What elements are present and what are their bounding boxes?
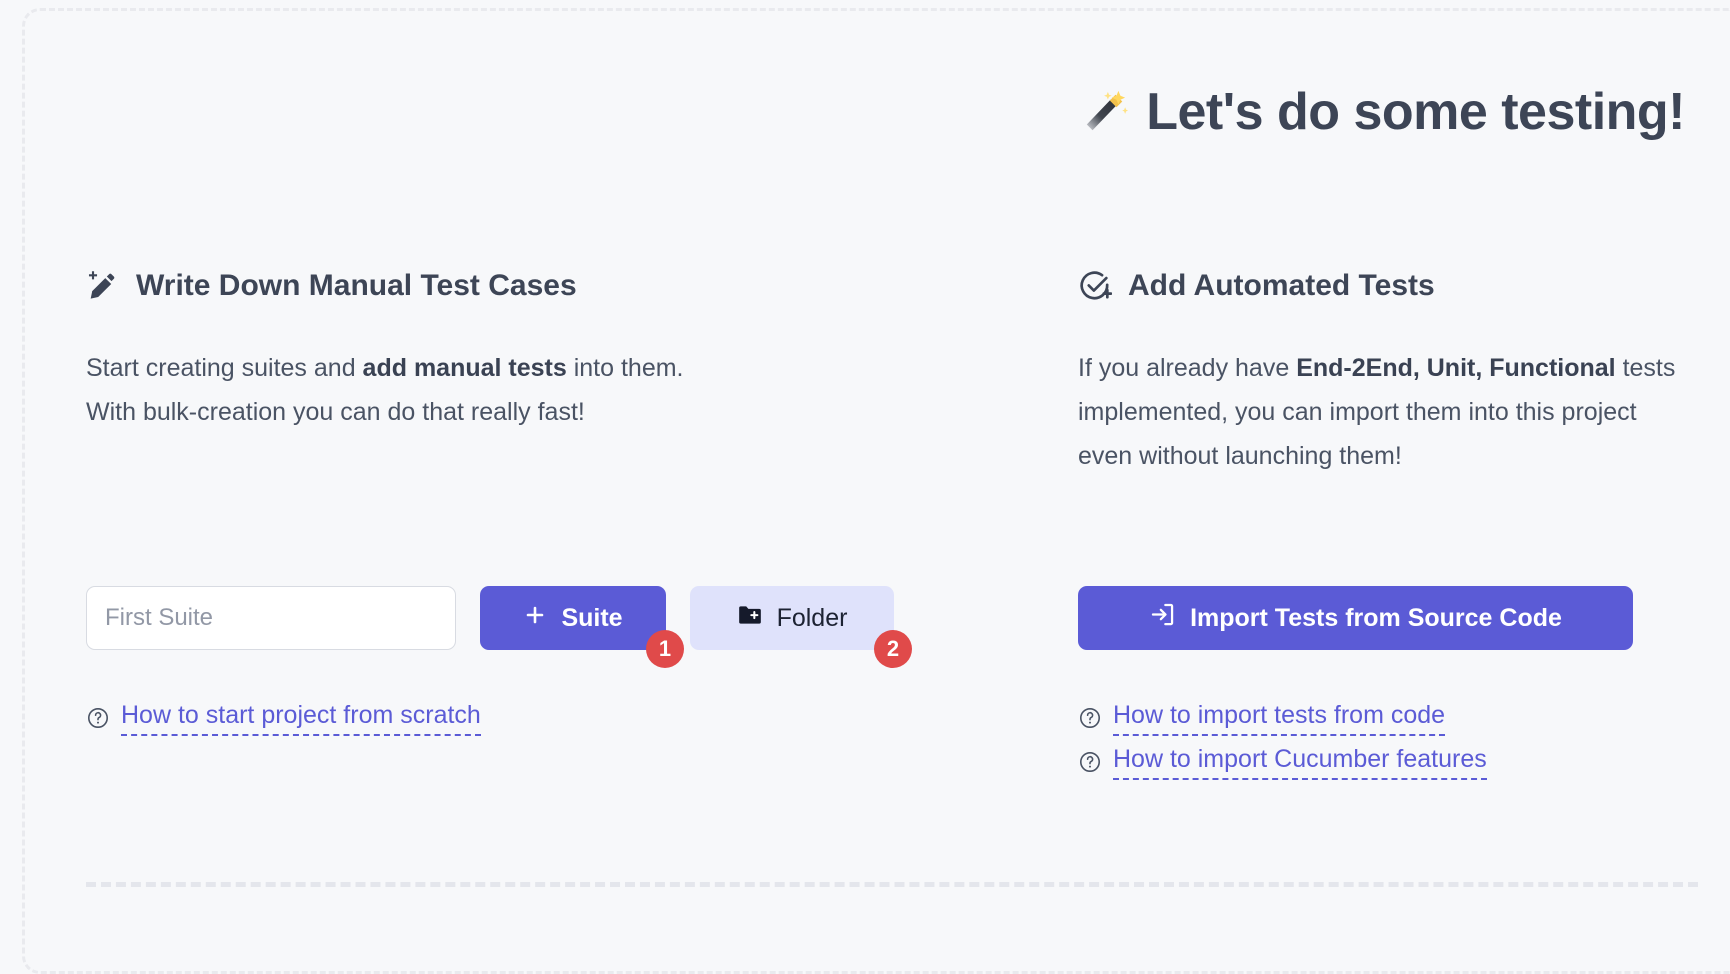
link-how-to-import-tests-label: How to import tests from code [1113,700,1446,736]
link-how-to-import-cucumber-label: How to import Cucumber features [1113,744,1487,780]
import-tests-button[interactable]: Import Tests from Source Code [1078,586,1633,650]
link-how-to-import-tests[interactable]: How to import tests from code [1078,700,1446,736]
magic-wand-emoji-icon [1082,89,1129,135]
manual-tests-heading: Write Down Manual Test Cases [86,268,886,304]
plus-icon [523,603,547,634]
automated-desc-pre: If you already have [1078,354,1297,382]
add-folder-button-label: Folder [776,603,848,632]
question-circle-icon [1078,706,1102,730]
folder-plus-icon [737,602,763,635]
manual-desc-line2: With bulk-creation you can do that reall… [86,398,585,426]
section-divider [86,882,1698,887]
automated-desc-bold: End-2End, Unit, Functional [1296,354,1616,382]
import-arrow-icon [1149,601,1176,635]
manual-tests-column: Write Down Manual Test Cases Start creat… [86,268,886,434]
manual-desc-pre: Start creating suites and [86,354,363,382]
onboarding-page: Let's do some testing! Write Down Manual… [0,0,1730,974]
automated-help-links: How to import tests from code How to imp… [1078,700,1487,788]
automated-tests-description: If you already have End-2End, Unit, Func… [1078,346,1678,478]
link-how-to-start-project[interactable]: How to start project from scratch [86,700,481,736]
manual-tests-heading-text: Write Down Manual Test Cases [136,269,577,302]
question-circle-icon [86,706,110,730]
manual-desc-post: into them. [566,354,684,382]
manual-actions-row: Suite 1 Folder 2 [86,586,912,668]
manual-tests-description: Start creating suites and add manual tes… [86,346,886,434]
add-suite-button[interactable]: Suite 1 [480,586,684,668]
import-tests-button-label: Import Tests from Source Code [1190,603,1562,632]
add-folder-button[interactable]: Folder 2 [690,586,912,668]
automated-tests-column: Add Automated Tests If you already have … [1078,268,1678,478]
step-badge-2: 2 [874,630,912,668]
step-badge-1: 1 [646,630,684,668]
manual-desc-bold: add manual tests [362,354,567,382]
question-circle-icon [1078,750,1102,774]
link-how-to-import-cucumber[interactable]: How to import Cucumber features [1078,744,1487,780]
automated-tests-heading: Add Automated Tests [1078,268,1678,304]
check-circle-plus-icon [1078,269,1112,303]
page-title-text: Let's do some testing! [1146,83,1685,141]
automated-tests-heading-text: Add Automated Tests [1128,269,1435,302]
magic-pencil-icon [86,269,120,303]
page-content: Let's do some testing! Write Down Manual… [0,0,1730,974]
first-suite-input[interactable] [86,586,456,650]
link-how-to-start-project-label: How to start project from scratch [121,700,481,736]
add-suite-button-label: Suite [561,603,623,632]
manual-help-links: How to start project from scratch [86,700,481,744]
page-title: Let's do some testing! [1082,82,1685,142]
